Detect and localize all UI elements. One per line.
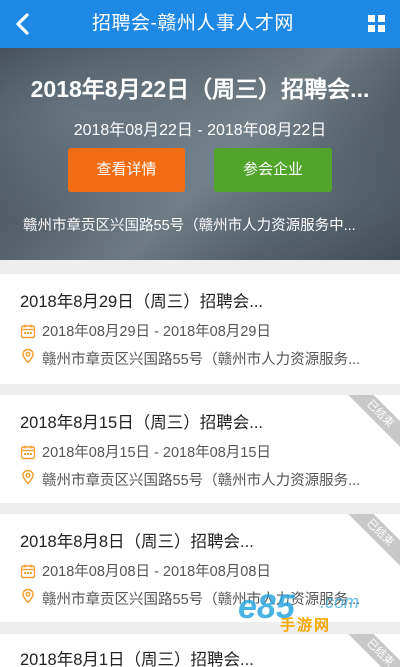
featured-event[interactable]: 2018年8月22日（周三）招聘会... 2018年08月22日 - 2018年… — [0, 48, 400, 260]
ended-badge: 已结束 — [338, 395, 400, 456]
event-card[interactable]: 已结束 2018年8月1日（周三）招聘会... — [0, 634, 400, 667]
event-title: 2018年8月8日（周三）招聘会... — [20, 533, 254, 551]
page-title: 招聘会-赣州人事人才网 — [92, 13, 294, 34]
event-date-range: 2018年08月08日 - 2018年08月08日 — [42, 564, 271, 580]
svg-text:.com: .com — [320, 592, 359, 612]
event-title: 2018年8月15日（周三）招聘会... — [20, 414, 263, 432]
event-address-row: 赣州市章贡区兴国路55号（赣州市人力资源服务... — [20, 348, 372, 369]
event-card[interactable]: 已结束 2018年8月15日（周三）招聘会... 2018年08月15日 - 2… — [0, 395, 400, 503]
view-details-button[interactable]: 查看详情 — [68, 148, 185, 192]
event-date-row: 2018年08月08日 - 2018年08月08日 — [20, 560, 271, 581]
event-title: 2018年8月29日（周三）招聘会... — [20, 293, 263, 311]
event-card[interactable]: 2018年8月29日（周三）招聘会... 2018年08月29日 - 2018年… — [0, 274, 400, 384]
calendar-icon — [20, 324, 36, 339]
location-pin-icon — [22, 469, 34, 485]
participating-companies-button[interactable]: 参会企业 — [214, 148, 332, 192]
event-title: 2018年8月1日（周三）招聘会... — [20, 651, 254, 667]
watermark-text: 手游网 — [280, 617, 332, 634]
event-date-range: 2018年08月29日 - 2018年08月29日 — [42, 324, 271, 340]
event-address: 赣州市章贡区兴国路55号（赣州市人力资源服务... — [42, 352, 361, 368]
featured-date-range: 2018年08月22日 - 2018年08月22日 — [73, 122, 327, 139]
grid-menu-button[interactable] — [368, 15, 386, 33]
event-address-row: 赣州市章贡区兴国路55号（赣州市人力资源服务... — [20, 469, 372, 490]
chevron-left-icon — [16, 13, 29, 35]
calendar-icon — [20, 445, 36, 460]
event-date-row: 2018年08月29日 - 2018年08月29日 — [20, 320, 271, 341]
location-pin-icon — [22, 348, 34, 364]
featured-address: 赣州市章贡区兴国路55号（赣州市人力资源服务中... — [23, 218, 356, 234]
back-button[interactable] — [10, 10, 38, 38]
featured-title: 2018年8月22日（周三）招聘会... — [30, 76, 370, 102]
event-date-row: 2018年08月15日 - 2018年08月15日 — [20, 441, 271, 462]
calendar-icon — [20, 564, 36, 579]
event-address: 赣州市章贡区兴国路55号（赣州市人力资源服务... — [42, 473, 361, 489]
ended-badge: 已结束 — [338, 634, 400, 667]
app-header: 招聘会-赣州人事人才网 — [0, 0, 400, 48]
event-date-range: 2018年08月15日 - 2018年08月15日 — [42, 445, 271, 461]
location-pin-icon — [22, 588, 34, 604]
ended-badge: 已结束 — [338, 514, 400, 575]
